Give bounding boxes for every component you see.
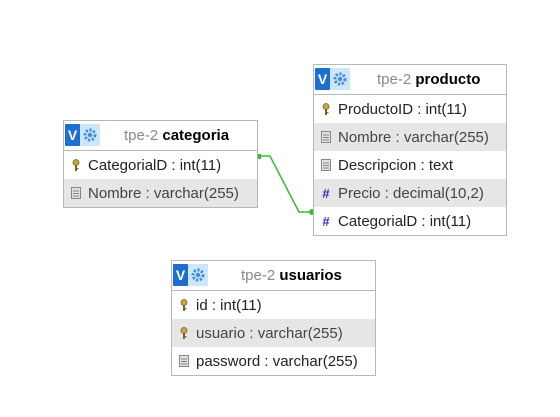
column-label: Nombre : varchar(255): [88, 184, 239, 202]
column-icon: [317, 159, 335, 171]
table-title: tpe-2 categoria: [124, 127, 229, 144]
column-icon: [175, 355, 193, 367]
table-header: V tpe-2 producto: [314, 65, 506, 94]
table-categoria[interactable]: V tpe-2 categoria CategorialD : int(11) …: [63, 120, 258, 208]
v-icon[interactable]: V: [65, 124, 80, 146]
key-icon: [67, 158, 85, 172]
column-label: usuario : varchar(255): [196, 324, 343, 342]
column-label: CategorialD : int(11): [88, 156, 222, 174]
database-name: tpe-2: [241, 267, 276, 284]
table-name: producto: [415, 71, 481, 88]
column-row[interactable]: Descripcion : text: [314, 151, 506, 179]
table-header: V tpe-2 usuarios: [172, 261, 375, 290]
key-icon: [175, 326, 193, 340]
table-name: usuarios: [279, 267, 342, 284]
table-header: V tpe-2 categoria: [64, 121, 257, 150]
gear-icon[interactable]: [330, 68, 350, 90]
table-name: categoria: [162, 127, 230, 144]
column-row[interactable]: # Precio : decimal(10,2): [314, 179, 506, 207]
column-label: Nombre : varchar(255): [338, 128, 489, 146]
column-icon: [67, 187, 85, 199]
column-label: id : int(11): [196, 296, 262, 314]
gear-icon[interactable]: [80, 124, 100, 146]
column-row[interactable]: usuario : varchar(255): [172, 319, 375, 347]
column-row[interactable]: # CategorialD : int(11): [314, 207, 506, 235]
column-label: ProductoID : int(11): [338, 100, 467, 118]
column-label: Precio : decimal(10,2): [338, 184, 484, 202]
table-producto[interactable]: V tpe-2 producto ProductoID : int(11) No…: [313, 64, 507, 236]
v-icon[interactable]: V: [315, 68, 330, 90]
column-label: CategorialD : int(11): [338, 212, 472, 230]
database-name: tpe-2: [377, 71, 412, 88]
hash-icon: #: [322, 185, 330, 201]
column-row[interactable]: Nombre : varchar(255): [314, 123, 506, 151]
column-row[interactable]: id : int(11): [172, 291, 375, 319]
table-usuarios[interactable]: V tpe-2 usuarios id : int(11) usuario : …: [171, 260, 376, 376]
database-name: tpe-2: [124, 127, 159, 144]
key-icon: [175, 298, 193, 312]
column-label: password : varchar(255): [196, 352, 358, 370]
hash-icon: #: [322, 213, 330, 229]
table-title: tpe-2 usuarios: [241, 267, 342, 284]
column-label: Descripcion : text: [338, 156, 454, 174]
v-icon[interactable]: V: [173, 264, 188, 286]
column-row[interactable]: password : varchar(255): [172, 347, 375, 375]
column-row[interactable]: CategorialD : int(11): [64, 151, 257, 179]
column-row[interactable]: ProductoID : int(11): [314, 95, 506, 123]
column-row[interactable]: Nombre : varchar(255): [64, 179, 257, 207]
key-icon: [317, 102, 335, 116]
table-title: tpe-2 producto: [377, 71, 480, 88]
column-icon: [317, 131, 335, 143]
gear-icon[interactable]: [188, 264, 208, 286]
